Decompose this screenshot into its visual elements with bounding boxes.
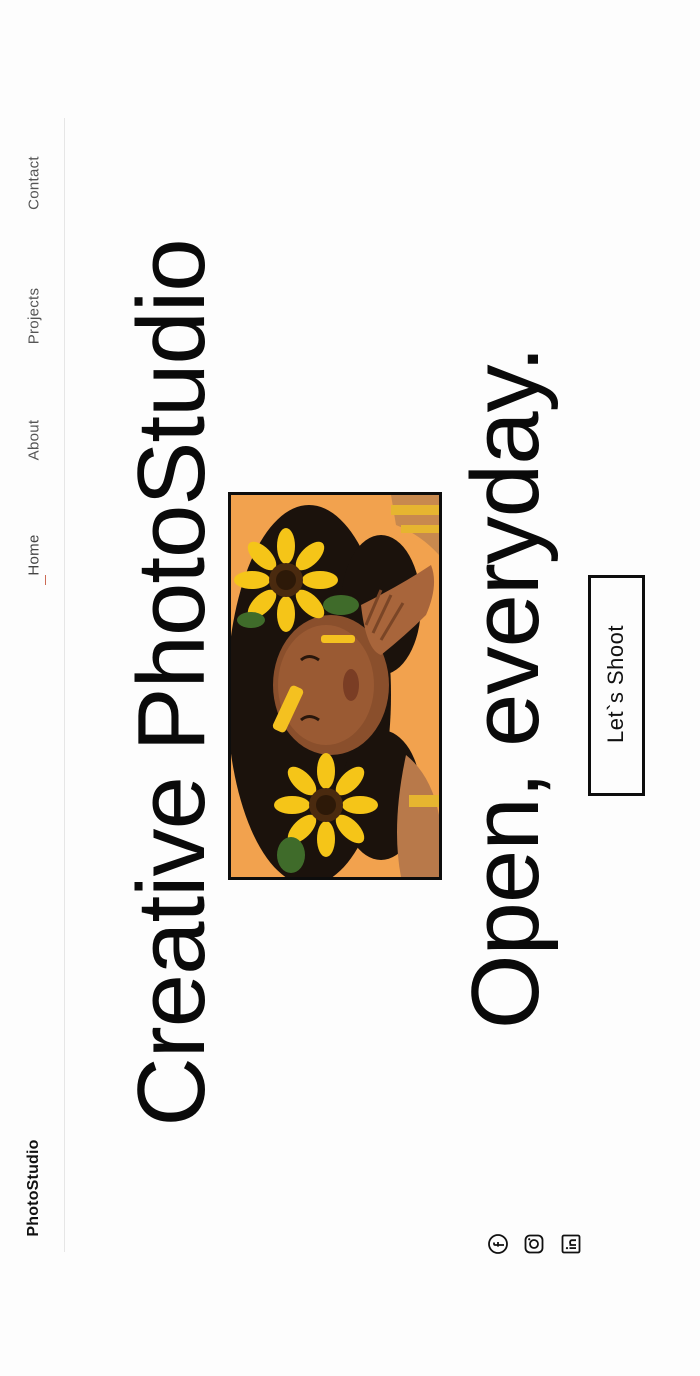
hero-tagline: Open, everyday. (452, 346, 559, 1030)
brand-logo[interactable]: PhotoStudio (25, 1139, 43, 1236)
nav-item-projects[interactable]: Projects (26, 288, 43, 345)
linkedin-icon[interactable] (560, 1233, 582, 1255)
nav-item-about[interactable]: About (26, 420, 43, 461)
portrait-image (231, 495, 439, 877)
nav-item-contact[interactable]: Contact (26, 156, 43, 210)
nav-item-home[interactable]: Home (26, 534, 43, 575)
lets-shoot-button[interactable]: Let`s Shoot (588, 575, 645, 796)
facebook-icon[interactable] (487, 1233, 509, 1255)
hero-photo (228, 492, 442, 880)
sidebar-divider (64, 118, 65, 1252)
instagram-icon[interactable] (523, 1233, 545, 1255)
nav-active-indicator (45, 575, 46, 585)
lets-shoot-label: Let`s Shoot (603, 624, 628, 744)
hero-title: Creative PhotoStudio (118, 239, 225, 1127)
